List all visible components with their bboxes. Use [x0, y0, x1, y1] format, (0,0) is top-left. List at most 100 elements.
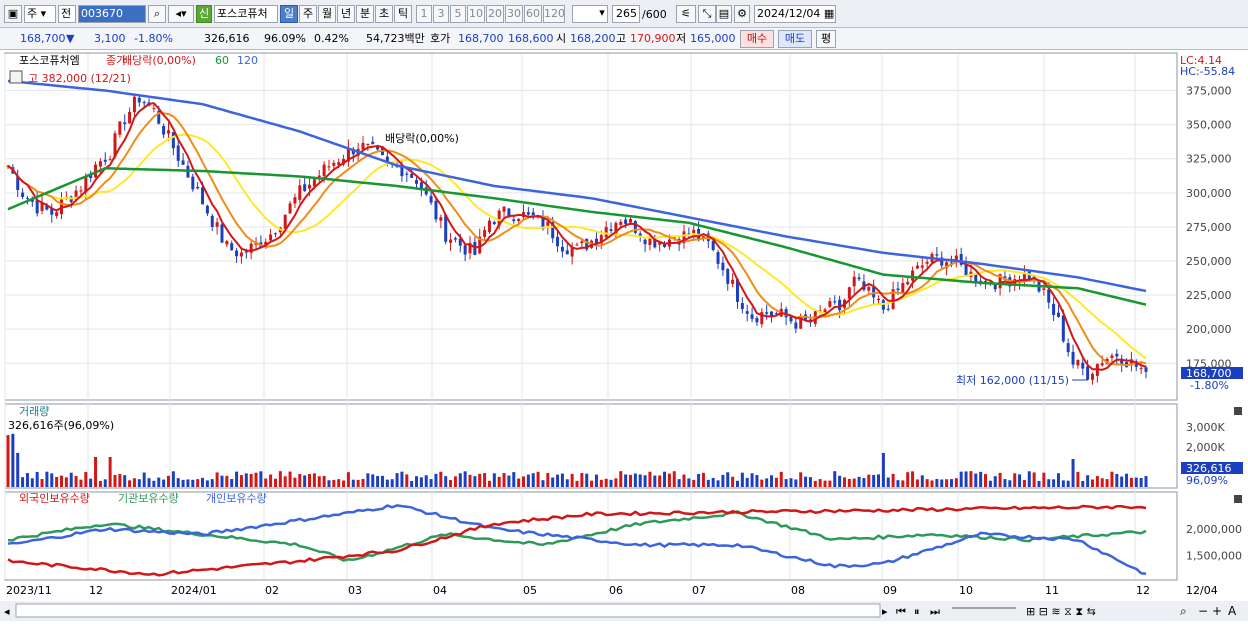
grid-toggle-icon[interactable] [9, 70, 23, 84]
scroll-right-icon[interactable]: ▸ [882, 605, 888, 618]
rewind-icon[interactable]: ⏮ [896, 605, 906, 618]
gear-icon[interactable]: ⚙ [734, 5, 750, 23]
save-icon[interactable]: ▤ [716, 5, 732, 23]
close-icon[interactable] [1234, 495, 1242, 503]
fast-forward-icon[interactable]: ⏭ [930, 605, 940, 618]
zoom-out-icon[interactable]: − [1198, 604, 1208, 618]
open-price: 168,200 [570, 32, 616, 45]
close-icon[interactable] [1234, 407, 1242, 415]
minute-tab[interactable]: 10 [467, 5, 485, 23]
stock-chart[interactable]: 375,000 350,000 325,000 300,000 275,000 250,0… [0, 51, 1248, 621]
signal-badge[interactable]: 신 [196, 5, 212, 23]
volume-bar [799, 472, 803, 487]
volume-bar [351, 479, 355, 487]
volume-bar [580, 473, 584, 487]
chevron-down-icon[interactable]: ▾ [596, 5, 608, 23]
candle [205, 205, 209, 214]
volume-bar [162, 479, 166, 487]
sell-button[interactable]: 매도 [778, 30, 812, 48]
candle [512, 219, 516, 222]
period-tab[interactable]: 틱 [394, 5, 412, 23]
search-prefix[interactable]: 전 [58, 5, 76, 23]
candle [643, 239, 647, 245]
volume-bar [497, 476, 501, 487]
volume-bar [40, 479, 44, 487]
holding-axis-label: 1,500,000 [1186, 550, 1242, 563]
speaker-icon[interactable]: ◂▾ [168, 5, 194, 23]
volume-bar [269, 474, 273, 487]
candle [619, 221, 623, 225]
scroll-left-icon[interactable]: ◂ [4, 605, 10, 618]
volume-bar [522, 476, 526, 487]
volume-bar [711, 477, 715, 487]
volume-bar [599, 479, 603, 487]
candle [877, 298, 881, 301]
volume-bar [346, 472, 350, 487]
candle [273, 233, 277, 235]
period-tab[interactable]: 월 [318, 5, 336, 23]
period-tab[interactable]: 일 [280, 5, 298, 23]
stock-code-input[interactable]: 003670 [78, 5, 146, 23]
tool-icon[interactable]: ⤡ [698, 5, 716, 23]
volume-bar [964, 471, 968, 487]
x-axis-label: 06 [609, 584, 623, 597]
candle [755, 318, 759, 323]
volume-bar [594, 474, 598, 487]
period-tab[interactable]: 년 [337, 5, 355, 23]
window-icon[interactable]: ▣ [4, 5, 22, 23]
volume-bar [925, 479, 929, 487]
buy-button[interactable]: 매수 [740, 30, 774, 48]
volume-bar [473, 476, 477, 487]
minute-tab[interactable]: 20 [486, 5, 504, 23]
period-tab[interactable]: 주 [299, 5, 317, 23]
volume-bar [1008, 480, 1012, 487]
volume-bar [118, 473, 122, 487]
candle [410, 173, 414, 178]
minute-tab[interactable]: 60 [524, 5, 542, 23]
minute-tab[interactable]: 30 [505, 5, 523, 23]
candle [79, 190, 83, 192]
minute-tab[interactable]: 5 [450, 5, 466, 23]
volume-bar [458, 473, 462, 487]
candle [1100, 363, 1104, 366]
volume-bar [663, 471, 667, 487]
candle [21, 192, 25, 198]
volume-bar [969, 471, 973, 487]
chart-tools-icon[interactable]: ⊞ ⊟ ≋ ⧖ ⧗ ⇆ [1026, 605, 1096, 618]
volume-bar [536, 471, 540, 487]
volume-bar [356, 479, 360, 487]
view-count-input[interactable]: 265 [612, 5, 640, 23]
candle [98, 161, 102, 167]
volume-bar [50, 473, 54, 487]
volume-bar [633, 473, 637, 487]
candle [269, 234, 273, 241]
candle [137, 97, 141, 103]
date-input[interactable]: 2024/12/04 ▦ [754, 5, 836, 23]
volume-bar [487, 480, 491, 487]
volume-bar [1139, 477, 1143, 487]
search-icon[interactable]: ⌕ [148, 5, 166, 23]
candle [132, 96, 136, 113]
candle [648, 238, 652, 245]
candle [1076, 360, 1080, 366]
candle [142, 102, 146, 104]
period-type-select[interactable]: 주 ▾ [24, 5, 56, 23]
font-size-icon[interactable]: A [1228, 604, 1237, 618]
candle-icon[interactable]: ⚟ [676, 5, 696, 23]
minute-tab[interactable]: 3 [433, 5, 449, 23]
minute-tab[interactable]: 1 [416, 5, 432, 23]
volume-value: 326,616 [204, 32, 250, 45]
minute-tab[interactable]: 120 [543, 5, 565, 23]
scroll-thumb[interactable] [15, 603, 881, 618]
period-tab[interactable]: 초 [375, 5, 393, 23]
zoom-in-icon[interactable]: ⌕ [1180, 604, 1187, 618]
x-axis-label: 10 [959, 584, 973, 597]
volume-bar [1071, 459, 1075, 487]
plus-icon[interactable]: + [1212, 604, 1222, 618]
candle [765, 312, 769, 314]
volume-bar [930, 480, 934, 487]
volume-bar [677, 479, 681, 487]
avg-button[interactable]: 평 [816, 30, 836, 48]
pause-icon[interactable]: ⏸ [914, 605, 920, 618]
period-tab[interactable]: 분 [356, 5, 374, 23]
